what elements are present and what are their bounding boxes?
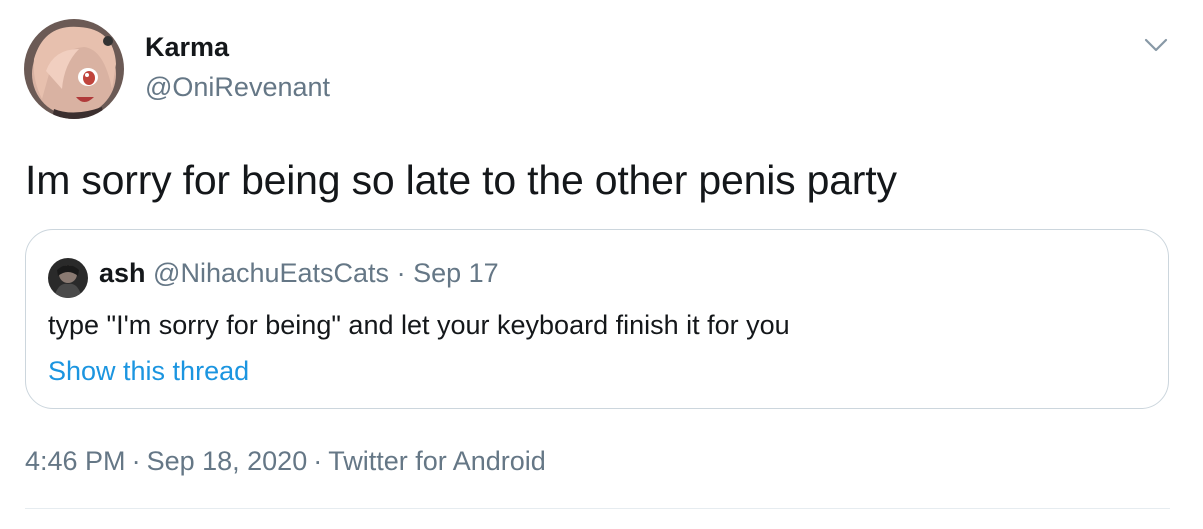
- meta-separator: ·: [131, 446, 141, 476]
- quoted-tweet-text: type "I'm sorry for being" and let your …: [48, 310, 790, 340]
- quoted-tweet-header: ash @NihachuEatsCats · Sep 17: [99, 256, 499, 290]
- author-display-name[interactable]: Karma: [145, 30, 229, 64]
- author-handle[interactable]: @OniRevenant: [145, 70, 330, 104]
- divider: [25, 508, 1170, 509]
- tweet-card: Karma @OniRevenant Im sorry for being so…: [0, 0, 1203, 529]
- show-thread-link[interactable]: Show this thread: [48, 354, 249, 388]
- quoted-tweet[interactable]: ash @NihachuEatsCats · Sep 17 type "I'm …: [25, 229, 1169, 409]
- quoted-date: Sep 17: [413, 258, 499, 288]
- tweet-meta: 4:46 PM · Sep 18, 2020 · Twitter for Android: [25, 444, 546, 478]
- quoted-author-avatar: [48, 258, 88, 298]
- author-avatar[interactable]: [24, 19, 124, 119]
- chevron-down-icon[interactable]: [1140, 30, 1172, 60]
- tweet-text: Im sorry for being so late to the other …: [25, 157, 897, 203]
- tweet-date[interactable]: Sep 18, 2020: [147, 446, 308, 476]
- meta-separator-2: ·: [313, 446, 323, 476]
- tweet-time[interactable]: 4:46 PM: [25, 446, 126, 476]
- tweet-source[interactable]: Twitter for Android: [328, 446, 546, 476]
- quoted-author-handle: @NihachuEatsCats: [153, 258, 390, 288]
- quoted-author-name: ash: [99, 258, 146, 288]
- quoted-separator: ·: [396, 258, 406, 288]
